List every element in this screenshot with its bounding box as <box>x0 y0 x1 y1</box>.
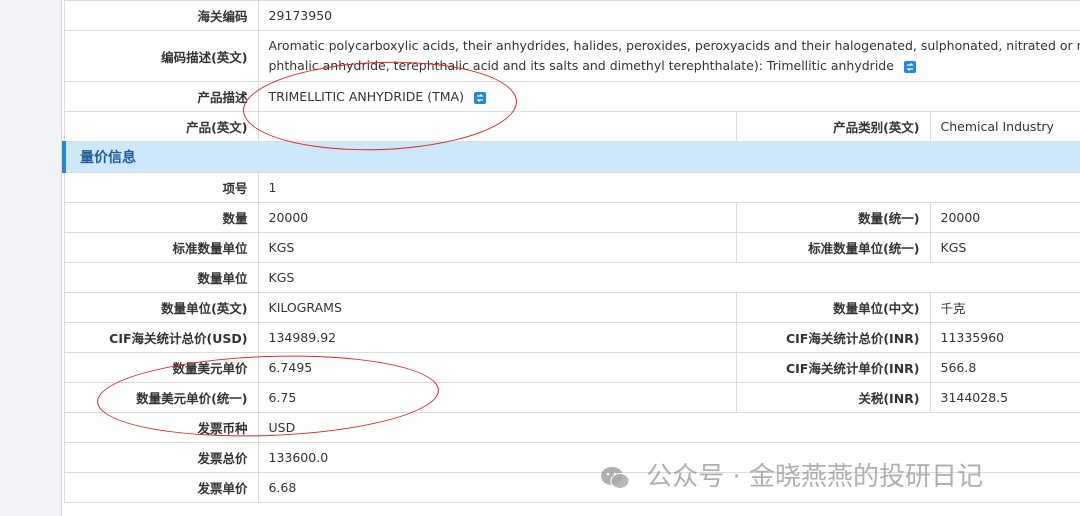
category-en-value: Chemical Industry <box>929 111 1080 142</box>
qty-unit-cn-value: 千克 <box>929 292 1080 323</box>
qty-label: 数量 <box>63 202 259 233</box>
usd-unit-price-value: 6.7495 <box>257 352 737 383</box>
row-desc-en: 编码描述(英文) Aromatic polycarboxylic acids, … <box>63 30 1080 82</box>
row-product-desc: 产品描述 TRIMELLITIC ANHYDRIDE (TMA) <box>63 81 1080 112</box>
row-invoice-currency: 发票币种 USD <box>63 412 1080 443</box>
row-usd-unit-price-unified: 数量美元单价(统一) 6.75 关税(INR) 3144028.5 <box>63 382 1080 413</box>
qty-value: 20000 <box>257 202 737 233</box>
row-hs-code: 海关编码 29173950 <box>63 0 1080 31</box>
row-cif-total: CIF海关统计总价(USD) 134989.92 CIF海关统计总价(INR) … <box>63 322 1080 353</box>
product-desc-label: 产品描述 <box>63 81 259 112</box>
row-item-no: 项号 1 <box>63 172 1080 203</box>
desc-en-line2: phthalic anhydride, terephthalic acid an… <box>268 58 894 73</box>
desc-en-label: 编码描述(英文) <box>63 30 259 82</box>
wechat-icon <box>601 466 630 489</box>
section-title: 量价信息 <box>62 141 1080 173</box>
usd-unit-price-unified-value: 6.75 <box>257 382 737 413</box>
qty-unit-en-value: KILOGRAMS <box>257 292 737 323</box>
hs-code-value: 29173950 <box>257 0 1080 31</box>
row-std-unit: 标准数量单位 KGS 标准数量单位(统一) KGS <box>63 232 1080 263</box>
duty-inr-value: 3144028.5 <box>929 382 1080 413</box>
translate-icon[interactable] <box>903 60 916 73</box>
hs-code-label: 海关编码 <box>63 0 259 31</box>
detail-panel: 海关编码 29173950 编码描述(英文) Aromatic polycarb… <box>61 0 1080 516</box>
qty-unit-cn-label: 数量单位(中文) <box>735 292 931 323</box>
desc-en-line1: Aromatic polycarboxylic acids, their anh… <box>268 38 1080 53</box>
cif-total-usd-label: CIF海关统计总价(USD) <box>63 322 259 353</box>
translate-icon[interactable] <box>473 91 486 104</box>
product-desc-text: TRIMELLITIC ANHYDRIDE (TMA) <box>268 89 464 104</box>
cif-total-inr-label: CIF海关统计总价(INR) <box>735 322 931 353</box>
std-unit-value: KGS <box>257 232 737 263</box>
cif-total-usd-value: 134989.92 <box>257 322 737 353</box>
invoice-currency-label: 发票币种 <box>63 412 259 443</box>
row-qty-unit: 数量单位 KGS <box>63 262 1080 293</box>
invoice-total-label: 发票总价 <box>63 442 259 473</box>
invoice-currency-value: USD <box>257 412 1080 443</box>
row-product-en: 产品(英文) 产品类别(英文) Chemical Industry <box>63 111 1080 142</box>
watermark-text: 公众号 · 金晓燕燕的投研日记 <box>646 462 984 492</box>
qty-unified-label: 数量(统一) <box>735 202 931 233</box>
section-header-price: 量价信息 <box>62 141 1080 173</box>
std-unit-unified-value: KGS <box>929 232 1080 263</box>
usd-unit-price-unified-label: 数量美元单价(统一) <box>63 382 259 413</box>
watermark: 公众号 · 金晓燕燕的投研日记 <box>600 456 983 493</box>
usd-unit-price-label: 数量美元单价 <box>63 352 259 383</box>
std-unit-label: 标准数量单位 <box>63 232 259 263</box>
item-no-value: 1 <box>257 172 1080 203</box>
qty-unit-en-label: 数量单位(英文) <box>63 292 259 323</box>
row-qty-unit-en: 数量单位(英文) KILOGRAMS 数量单位(中文) 千克 <box>63 292 1080 323</box>
cif-unit-inr-value: 566.8 <box>929 352 1080 383</box>
desc-en-line2-wrap: phthalic anhydride, terephthalic acid an… <box>269 56 1080 76</box>
row-usd-unit-price: 数量美元单价 6.7495 CIF海关统计单价(INR) 566.8 <box>63 352 1080 383</box>
std-unit-unified-label: 标准数量单位(统一) <box>735 232 931 263</box>
item-no-label: 项号 <box>63 172 259 203</box>
row-qty: 数量 20000 数量(统一) 20000 <box>63 202 1080 233</box>
product-en-label: 产品(英文) <box>63 111 259 142</box>
qty-unit-value: KGS <box>257 262 1080 293</box>
duty-inr-label: 关税(INR) <box>735 382 931 413</box>
cif-total-inr-value: 11335960 <box>929 322 1080 353</box>
product-en-value <box>257 111 737 142</box>
desc-en-value: Aromatic polycarboxylic acids, their anh… <box>257 30 1080 82</box>
invoice-unit-label: 发票单价 <box>63 472 259 503</box>
qty-unit-label: 数量单位 <box>63 262 259 293</box>
qty-unified-value: 20000 <box>929 202 1080 233</box>
product-desc-value: TRIMELLITIC ANHYDRIDE (TMA) <box>257 81 1080 112</box>
detail-table: 海关编码 29173950 编码描述(英文) Aromatic polycarb… <box>62 0 1080 503</box>
cif-unit-inr-label: CIF海关统计单价(INR) <box>735 352 931 383</box>
category-en-label: 产品类别(英文) <box>735 111 931 142</box>
